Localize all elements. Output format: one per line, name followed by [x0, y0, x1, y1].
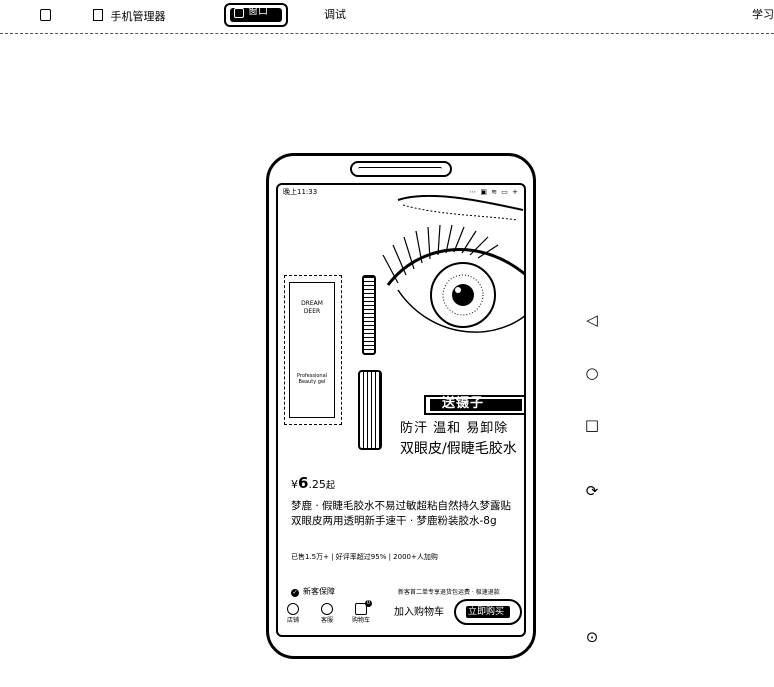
product-box: DREAM DEER Professional Beauty gel [284, 275, 342, 425]
phone-frame: 晚上11:33 ⋯ ▣ ≋ ▭ + DREAM DEER Professiona… [266, 153, 536, 659]
new-customer-assurance[interactable]: ✓ 新客保障 [291, 587, 335, 597]
customer-service-button[interactable]: 客服 [316, 603, 338, 625]
device-manager-label: 手机管理器 [110, 10, 166, 23]
rotate-icon[interactable]: ⟳ [583, 482, 601, 500]
product-features: 防汗 温和 易卸除 [400, 421, 509, 436]
price-unit: 起 [325, 481, 335, 491]
assurance-label: 新客保障 [303, 587, 335, 596]
box-brand-line2: DEER [303, 308, 321, 315]
service-label: 客服 [320, 617, 333, 624]
buy-now-label: 立即购买 [468, 607, 505, 617]
price-decimal: .25 [308, 478, 326, 491]
gift-tag-label: 送镊子 [442, 396, 485, 411]
device-icon [93, 9, 103, 21]
back-icon[interactable]: ◁ [583, 311, 601, 329]
tweezers-tube [358, 370, 382, 450]
check-shield-icon: ✓ [291, 589, 299, 597]
shop-button[interactable]: 店铺 [282, 603, 304, 625]
shop-icon [287, 603, 299, 615]
assurance-promo: 新客首二单专享退货包运费 · 极速退款 [398, 589, 500, 596]
window-tool-button[interactable]: 窗口 [224, 3, 288, 27]
shop-label: 店铺 [286, 617, 299, 624]
phone-speaker [350, 161, 452, 177]
cart-count-badge: 0 [365, 600, 372, 607]
box-description: Professional Beauty gel [296, 373, 328, 385]
home-icon[interactable]: ○ [583, 364, 601, 382]
buy-now-button[interactable]: 立即购买 [454, 599, 522, 625]
product-stats: 已售1.5万+ | 好评率超过95% | 2000+人加购 [291, 553, 438, 561]
eye-illustration [382, 195, 524, 333]
learn-button[interactable]: 学习 [752, 8, 774, 22]
locate-icon[interactable]: ⊙ [583, 628, 601, 646]
menu-icon [40, 9, 51, 21]
product-title: 梦鹿 · 假睫毛胶水不易过敏超粘自然持久梦露贴双眼皮两用透明新手速干 · 梦鹿粉… [291, 500, 512, 527]
headset-icon [321, 603, 333, 615]
product-price: ¥6.25起 [291, 475, 335, 494]
device-manager-button[interactable]: 手机管理器 [93, 8, 166, 24]
phone-screen: 晚上11:33 ⋯ ▣ ≋ ▭ + DREAM DEER Professiona… [276, 183, 526, 637]
price-integer: 6 [298, 474, 309, 492]
status-time: 晚上11:33 [283, 188, 318, 196]
glue-tube [362, 275, 376, 355]
debug-button[interactable]: 调试 [324, 8, 346, 22]
recent-apps-icon[interactable]: □ [583, 416, 601, 434]
cart-button[interactable]: 0 购物车 [350, 600, 372, 625]
add-to-cart-button[interactable]: 加入购物车 [394, 606, 444, 620]
cart-label: 购物车 [351, 617, 370, 624]
menu-button[interactable] [40, 8, 51, 24]
window-tool-label: 窗口 [248, 6, 268, 17]
box-brand-line1: DREAM [301, 300, 323, 307]
product-box-inner: DREAM DEER Professional Beauty gel [289, 282, 335, 418]
product-subtitle: 双眼皮/假睫毛胶水 [400, 441, 517, 457]
top-toolbar: 手机管理器 窗口 调试 学习 [0, 0, 774, 34]
window-icon [234, 8, 244, 18]
gift-tag: 送镊子 [424, 395, 524, 415]
price-symbol: ¥ [291, 478, 298, 491]
